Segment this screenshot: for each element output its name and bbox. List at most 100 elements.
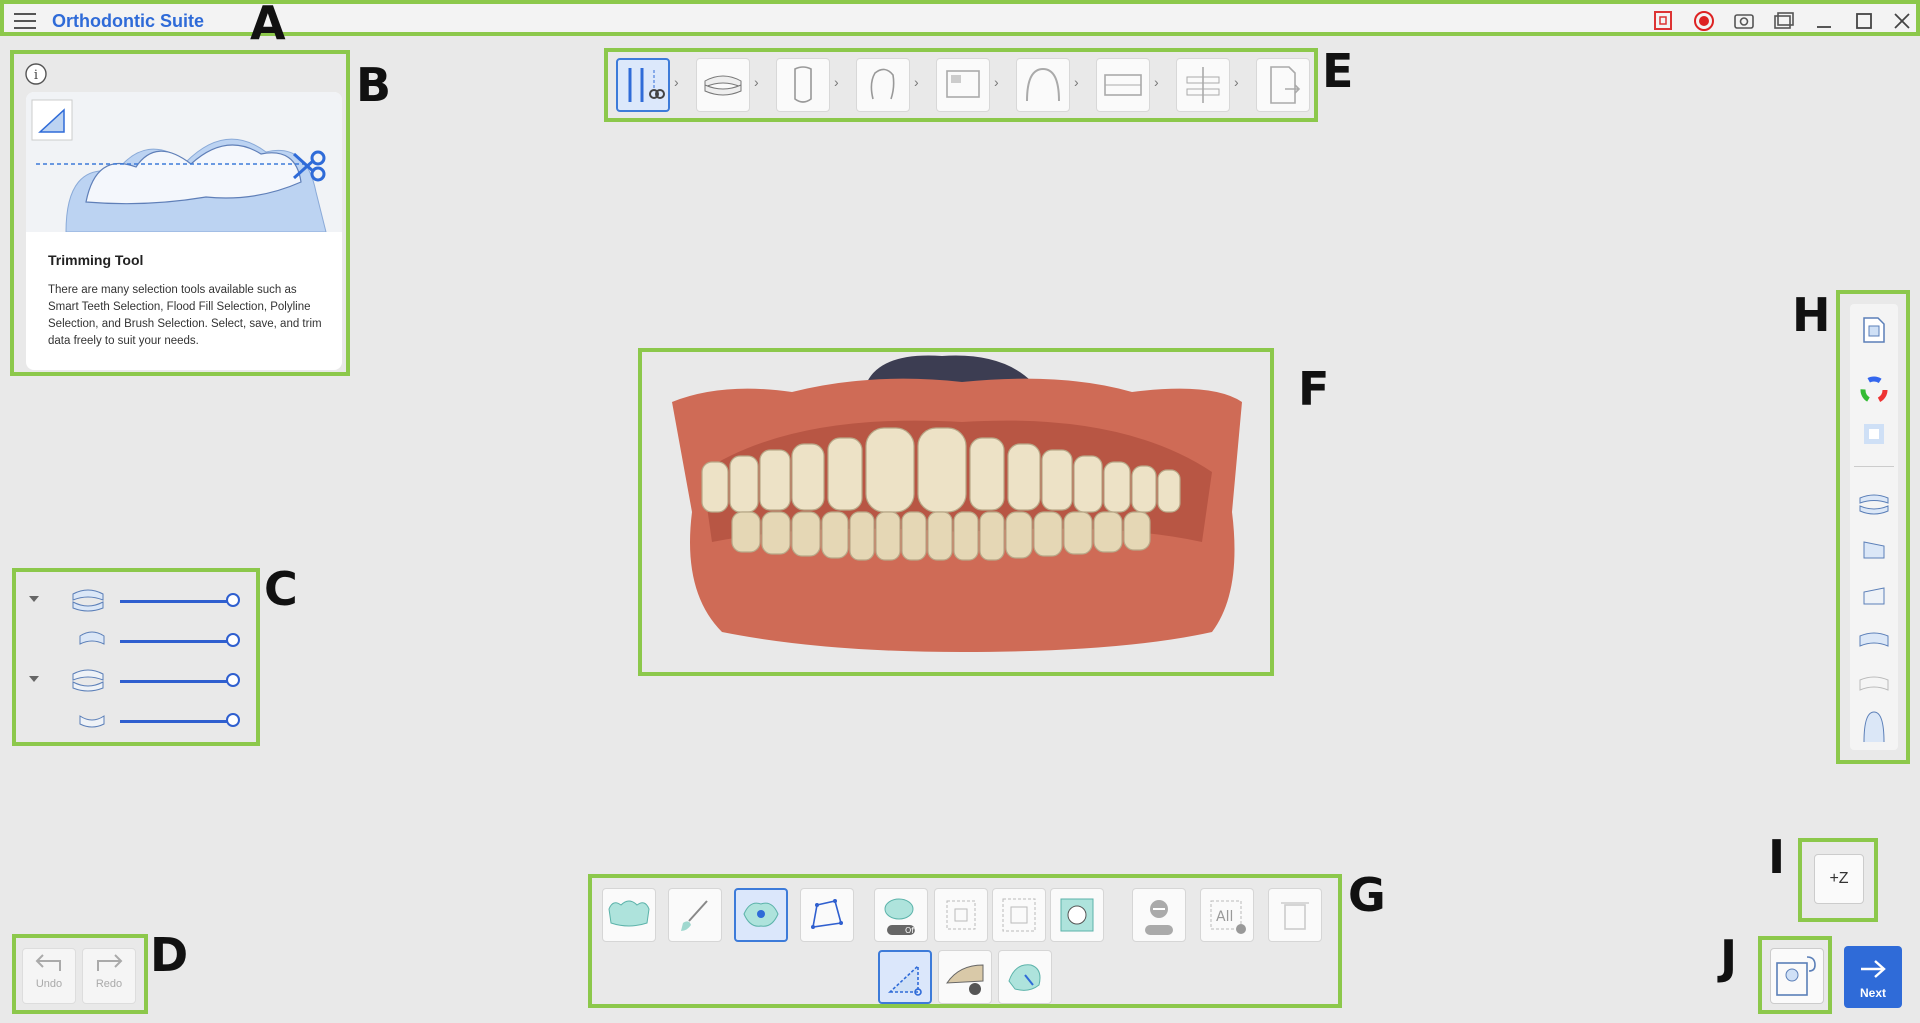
undo-button[interactable]: Undo [22,948,76,1004]
opacity-slider-knob[interactable] [226,633,240,647]
grow-selection-icon [946,900,976,930]
photo-step-button[interactable] [936,58,990,112]
opacity-slider-track[interactable] [120,720,232,723]
undo-icon [35,954,61,971]
svg-text:Off: Off [905,926,917,935]
export-step-button[interactable] [1256,58,1310,112]
texture-toggle-icon[interactable] [1862,422,1886,446]
flood-fill-selection-button[interactable] [734,888,788,942]
view-front-icon[interactable] [1858,626,1890,654]
chevron-right-icon: › [674,74,679,90]
toolbar-divider [1854,466,1894,467]
view-left-icon[interactable] [1858,536,1890,564]
callout-a: A [250,0,286,50]
trim-base-button[interactable] [938,950,992,1004]
tooth-step-button[interactable] [776,58,830,112]
opacity-slider-knob[interactable] [226,713,240,727]
collapse-arrow-icon[interactable] [28,594,40,604]
svg-text:i: i [34,68,38,83]
smart-teeth-icon [608,900,650,927]
callout-j: J [1720,930,1738,984]
color-wheel-icon[interactable] [1860,376,1888,404]
opacity-slider-track[interactable] [120,640,232,643]
callout-b: B [356,58,392,112]
polyline-selection-button[interactable] [800,888,854,942]
opacity-slider-knob[interactable] [226,673,240,687]
data-panel-icon[interactable] [1860,314,1888,344]
view-back-icon[interactable] [1858,670,1890,698]
help-guide-frame [1758,936,1832,1014]
brush-selection-button[interactable] [668,888,722,942]
callout-i: I [1768,830,1786,884]
chevron-right-icon: › [914,74,919,90]
lower-jaw-group-icon[interactable] [70,664,106,696]
invert-selection-button[interactable] [1050,888,1104,942]
arch-step-button[interactable] [1016,58,1070,112]
callout-h: H [1792,288,1831,342]
close-icon[interactable] [1890,10,1914,32]
smart-teeth-selection-button[interactable] [602,888,656,942]
callout-g: G [1348,868,1386,922]
trim-mode-button[interactable] [878,950,932,1004]
lasso-trim-button[interactable] [998,950,1052,1004]
undo-redo-group: Undo Redo [12,934,148,1014]
dental-scan-model[interactable] [642,352,1270,672]
visible-only-toggle-button[interactable]: Off [874,888,928,942]
view-both-jaws-icon[interactable] [1858,490,1890,518]
3d-viewport[interactable] [638,348,1274,676]
selection-toolbar: Off All [588,874,1342,1008]
z-axis-button[interactable]: +Z [1814,854,1864,904]
workflow-step-bar: › › › › › › › › [604,48,1318,122]
chevron-right-icon: › [1234,74,1239,90]
chevron-right-icon: › [1074,74,1079,90]
clear-all-selection-button[interactable]: All [1200,888,1254,942]
maximize-icon[interactable] [1852,10,1876,32]
redo-icon [97,954,123,971]
face-step-icon [870,68,895,100]
chevron-right-icon: › [1154,74,1159,90]
upper-jaw-icon[interactable] [78,628,106,652]
lasso-trim-icon [1008,964,1041,991]
upper-jaw-group-icon[interactable] [70,584,106,616]
visible-only-icon: Off [884,898,917,935]
next-button[interactable]: Next [1844,946,1902,1008]
opacity-slider-knob[interactable] [226,593,240,607]
opacity-slider-track[interactable] [120,680,232,683]
gallery-icon[interactable] [1772,10,1796,32]
camera-icon[interactable] [1732,10,1756,32]
align-step-button[interactable] [1176,58,1230,112]
trim-step-button[interactable] [616,58,670,112]
chevron-right-icon: › [754,74,759,90]
occlusion-step-icon [704,75,742,96]
arrow-right-icon [1861,960,1886,978]
trim-base-icon [946,964,984,995]
lower-jaw-icon[interactable] [78,708,106,732]
record-icon[interactable] [1692,10,1716,32]
grow-selection-button[interactable] [934,888,988,942]
menu-icon[interactable] [14,13,36,31]
export-step-icon [1270,66,1301,104]
deselect-toggle-button[interactable] [1132,888,1186,942]
help-guide-button[interactable] [1770,948,1824,1004]
view-right-icon[interactable] [1858,582,1890,610]
screen-capture-icon[interactable] [1652,10,1676,32]
redo-button[interactable]: Redo [82,948,136,1004]
minimize-icon[interactable] [1812,10,1836,32]
photo-step-icon [946,70,980,98]
redo-label: Redo [95,978,123,990]
collapse-arrow-icon[interactable] [28,674,40,684]
face-step-button[interactable] [856,58,910,112]
bite-step-button[interactable] [1096,58,1150,112]
app-title: Orthodontic Suite [52,11,204,31]
layer-row-upper [16,624,256,656]
bite-step-icon [1104,74,1142,96]
occlusion-step-button[interactable] [696,58,750,112]
undo-label: Undo [35,978,63,990]
model-layer-panel [12,568,260,746]
view-occlusal-icon[interactable] [1860,708,1888,744]
opacity-slider-track[interactable] [120,600,232,603]
flood-fill-icon [743,902,779,927]
info-icon[interactable]: i [24,62,48,86]
delete-selection-button[interactable] [1268,888,1322,942]
shrink-selection-button[interactable] [992,888,1046,942]
